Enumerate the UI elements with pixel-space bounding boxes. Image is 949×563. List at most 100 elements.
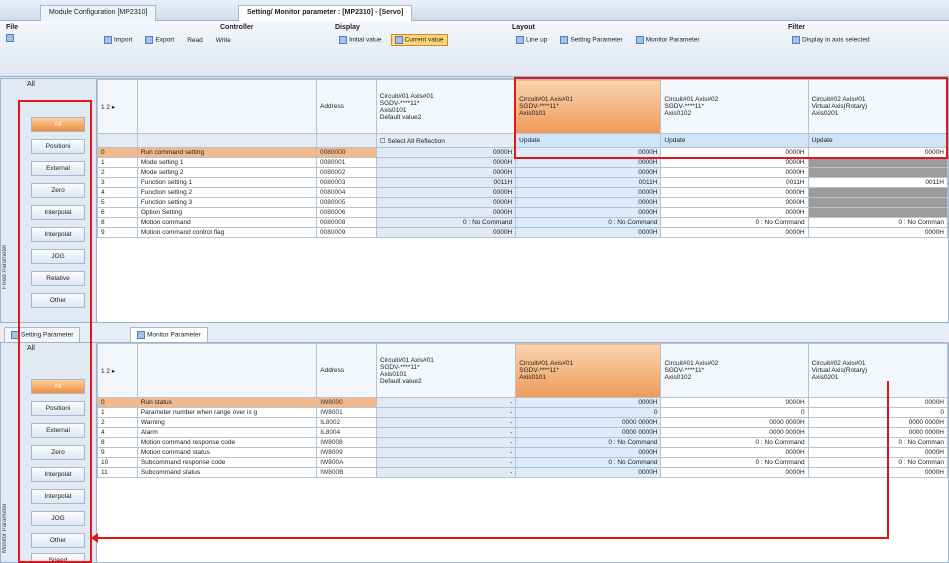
axis-2-value[interactable]: 0000H bbox=[660, 467, 809, 478]
axis-3-value[interactable]: 0000 0000H bbox=[807, 417, 948, 428]
axis-3-value[interactable] bbox=[807, 157, 948, 168]
read-button[interactable]: Read bbox=[183, 35, 207, 46]
tab-monitor-parameter[interactable]: Monitor Parameter bbox=[130, 327, 208, 343]
axis-1-value[interactable]: 0000 0000H bbox=[515, 427, 662, 438]
axis-2-value[interactable]: 0000H bbox=[660, 147, 809, 158]
monitor-parameter-button[interactable]: Monitor Parameter bbox=[632, 34, 704, 46]
axis-header-1[interactable]: Circuit#01 Axis#01 SGDV-****11* Axis0101 bbox=[515, 343, 662, 398]
axis-2-value[interactable]: 0 : No Command bbox=[660, 457, 809, 468]
table-row[interactable]: 5 Function setting 3 0080005 0000H 0000H 0000… bbox=[97, 197, 948, 208]
table-row[interactable]: 1 Mode setting 1 0080001 0000H 0000H 0000H bbox=[97, 157, 948, 168]
axis-2-value[interactable]: 0000H bbox=[660, 397, 809, 408]
import-button[interactable]: Import bbox=[100, 34, 136, 46]
lineup-button[interactable]: Line up bbox=[512, 34, 551, 46]
axis-1-value[interactable]: 0000H bbox=[515, 227, 662, 238]
table-row[interactable]: 2 Mode setting 2 0080002 0000H 0000H 0000H bbox=[97, 167, 948, 178]
axis-2-value[interactable]: 0000H bbox=[660, 227, 809, 238]
initial-value-button[interactable]: Initial value bbox=[335, 34, 386, 46]
axis-header-2[interactable]: Circuit#01 Axis#02 SGDV-****11* Axis0102 bbox=[660, 343, 809, 398]
sidebar-item-jog[interactable]: JOG bbox=[31, 249, 85, 264]
axis-1-value[interactable]: 0 bbox=[515, 407, 662, 418]
sidebar-item-jog[interactable]: JOG bbox=[31, 511, 85, 526]
sidebar-item-zero[interactable]: Zero bbox=[31, 183, 85, 198]
axis-3-value[interactable]: 0000H bbox=[807, 227, 948, 238]
axis-1-value[interactable]: 0000H bbox=[515, 147, 662, 158]
write-button[interactable]: Write bbox=[212, 35, 235, 46]
sidebar-item-relative[interactable]: Relative bbox=[31, 271, 85, 286]
sidebar-item-external[interactable]: External bbox=[31, 423, 85, 438]
export-button[interactable]: Export bbox=[141, 34, 178, 46]
sidebar-item-other[interactable]: Other bbox=[31, 533, 85, 548]
sidebar-item-positioning[interactable]: Positioni bbox=[31, 139, 85, 154]
axis-1-value[interactable]: 0011H bbox=[515, 177, 662, 188]
axis-1-value[interactable]: 0000H bbox=[515, 167, 662, 178]
axis-1-value[interactable]: 0 : No Command bbox=[515, 217, 662, 228]
axis-3-value[interactable]: 0000H bbox=[807, 397, 948, 408]
axis-1-value[interactable]: 0000H bbox=[515, 467, 662, 478]
axis-1-value[interactable]: 0000H bbox=[515, 207, 662, 218]
display-axis-selected-button[interactable]: Display in axis selected bbox=[788, 34, 874, 46]
axis-3-value[interactable]: 0 : No Comman bbox=[807, 437, 948, 448]
tab-setting-parameter[interactable]: Setting Parameter bbox=[4, 327, 81, 343]
table-row[interactable]: 10 Subcommand response code IW800A -0 : No … bbox=[97, 457, 948, 468]
axis-3-value[interactable] bbox=[807, 197, 948, 208]
update-button-1[interactable]: Update bbox=[515, 133, 662, 148]
sidebar-item-interpolation-2[interactable]: Interpolat bbox=[31, 489, 85, 504]
axis-1-value[interactable]: 0000 0000H bbox=[515, 417, 662, 428]
table-row[interactable]: 1 Parameter number when range over is g IW… bbox=[97, 407, 948, 418]
update-button-3[interactable]: Update bbox=[807, 133, 948, 148]
axis-header-1[interactable]: Circuit#01 Axis#01 SGDV-****11* Axis0101 bbox=[515, 79, 662, 134]
sidebar-item-interpolation-2[interactable]: Interpolat bbox=[31, 227, 85, 242]
axis-header-2[interactable]: Circuit#01 Axis#02 SGDV-****11* Axis0102 bbox=[660, 79, 809, 134]
axis-2-value[interactable]: 0000 0000H bbox=[660, 427, 809, 438]
reflection-button[interactable]: Reflection bbox=[416, 138, 445, 145]
axis-1-value[interactable]: 0000H bbox=[515, 197, 662, 208]
axis-2-value[interactable]: 0000H bbox=[660, 157, 809, 168]
axis-3-value[interactable]: 0 bbox=[807, 407, 948, 418]
axis-3-value[interactable] bbox=[807, 207, 948, 218]
file-icon[interactable] bbox=[6, 34, 14, 42]
sidebar-item-external[interactable]: External bbox=[31, 161, 85, 176]
axis-3-value[interactable]: 0011H bbox=[807, 177, 948, 188]
table-row[interactable]: 9 Motion command control flag 0080009 0000H… bbox=[97, 227, 948, 238]
tab-setting-monitor[interactable]: Setting/ Monitor parameter : [MP2310] - … bbox=[238, 5, 413, 21]
sidebar-item-positioning[interactable]: Positioni bbox=[31, 401, 85, 416]
axis-2-value[interactable]: 0000 0000H bbox=[660, 417, 809, 428]
sidebar-item-zero[interactable]: Zero bbox=[31, 445, 85, 460]
sidebar-item-all[interactable]: All bbox=[31, 379, 85, 394]
table-row[interactable]: 3 Function setting 1 0080003 0011H 0011H 0011… bbox=[97, 177, 948, 188]
sidebar-item-interpolation-1[interactable]: Interpolat bbox=[31, 467, 85, 482]
axis-3-value[interactable]: 0000H bbox=[807, 447, 948, 458]
axis-1-value[interactable]: 0 : No Command bbox=[515, 457, 662, 468]
axis-header-3[interactable]: Circuit#02 Axis#01 Virtual Axis(Rotary) Ax… bbox=[807, 343, 948, 398]
table-row[interactable]: 9 Motion command status IW8009-0000H 0000H 0… bbox=[97, 447, 948, 458]
axis-2-value[interactable]: 0000H bbox=[660, 197, 809, 208]
axis-2-value[interactable]: 0000H bbox=[660, 187, 809, 198]
sidebar-item-interpolation-1[interactable]: Interpolat bbox=[31, 205, 85, 220]
table-row[interactable]: 6 Option Setting 0080006 0000H 0000H 0000H bbox=[97, 207, 948, 218]
table-row[interactable]: 0 Run status IW8000-0000H 0000H 0000H bbox=[97, 397, 948, 408]
axis-1-value[interactable]: 0000H bbox=[515, 397, 662, 408]
axis-3-value[interactable] bbox=[807, 167, 948, 178]
sidebar-item-other[interactable]: Other bbox=[31, 293, 85, 308]
axis-2-value[interactable]: 0 : No Command bbox=[660, 217, 809, 228]
update-button-2[interactable]: Update bbox=[660, 133, 809, 148]
axis-1-value[interactable]: 0 : No Command bbox=[515, 437, 662, 448]
axis-3-value[interactable]: 0 : No Comman bbox=[807, 217, 948, 228]
axis-1-value[interactable]: 0000H bbox=[515, 187, 662, 198]
axis-3-value[interactable]: 0000 0000H bbox=[807, 427, 948, 438]
pager[interactable]: 1 2 ▸ bbox=[97, 343, 138, 398]
axis-2-value[interactable]: 0 : No Command bbox=[660, 437, 809, 448]
sidebar-item-all[interactable]: All bbox=[31, 117, 85, 132]
table-row[interactable]: 4 Alarm IL8004-0000 0000H 0000 0000H 0000 00… bbox=[97, 427, 948, 438]
axis-2-value[interactable]: 0000H bbox=[660, 207, 809, 218]
axis-2-value[interactable]: 0000H bbox=[660, 167, 809, 178]
table-row[interactable]: 8 Motion command 0080008 0 : No Command 0 : … bbox=[97, 217, 948, 228]
axis-3-value[interactable]: 0000H bbox=[807, 467, 948, 478]
axis-2-value[interactable]: 0000H bbox=[660, 447, 809, 458]
table-row[interactable]: 8 Motion command response code IW8008-0 : … bbox=[97, 437, 948, 448]
table-row[interactable]: 2 Warning IL8002-0000 0000H 0000 0000H 0000 … bbox=[97, 417, 948, 428]
tab-module-configuration[interactable]: Module Configuration [MP2310] bbox=[40, 5, 157, 21]
current-value-button[interactable]: Current value bbox=[390, 34, 448, 46]
table-row[interactable]: 11 Subcommand status IW800B -0000H 0000H 0000… bbox=[97, 467, 948, 478]
